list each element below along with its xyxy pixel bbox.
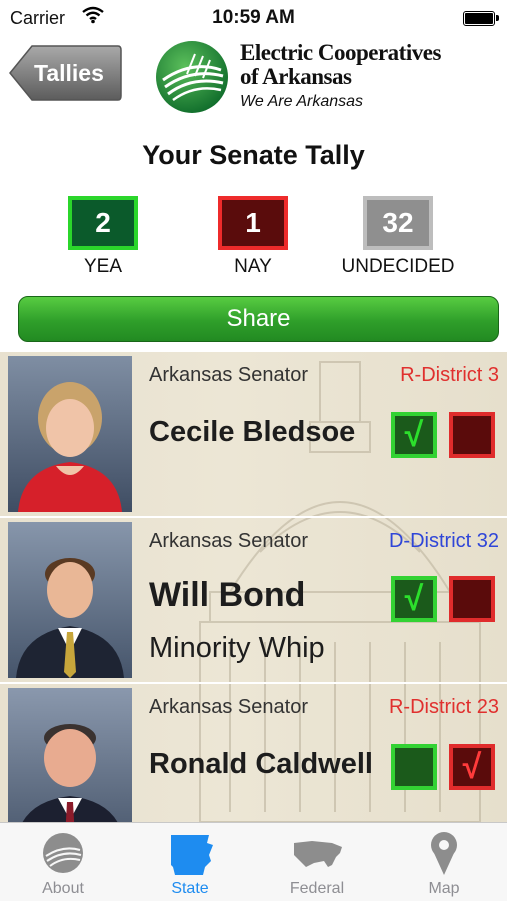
clock: 10:59 AM <box>212 7 295 28</box>
status-bar: Carrier 10:59 AM <box>0 0 507 36</box>
nay-vote-toggle[interactable] <box>449 412 495 458</box>
back-button[interactable]: Tallies <box>8 44 123 102</box>
senator-name: Cecile Bledsoe <box>149 416 356 448</box>
nay-vote-toggle[interactable]: √ <box>449 744 495 790</box>
senator-row[interactable]: Arkansas Senator R-District 23 Ronald Ca… <box>0 684 507 822</box>
page-title: Your Senate Tally <box>142 140 365 170</box>
yea-vote-toggle[interactable]: √ <box>391 576 437 622</box>
usa-map-icon <box>294 841 342 867</box>
senator-name: Ronald Caldwell <box>149 748 373 780</box>
nay-label: NAY <box>234 256 272 277</box>
brand-tagline: We Are Arkansas <box>240 93 364 110</box>
brand-name: Electric Cooperatives <box>240 40 441 65</box>
senator-role: Minority Whip <box>149 632 325 664</box>
back-button-label: Tallies <box>34 60 104 86</box>
senator-photo <box>8 522 132 678</box>
tab-state[interactable]: State <box>127 823 253 901</box>
tally-yea: 2 YEA <box>38 196 168 278</box>
share-button[interactable]: Share <box>18 296 499 342</box>
senator-row[interactable]: Arkansas Senator R-District 3 Cecile Ble… <box>0 352 507 518</box>
district-label: R-District 23 <box>388 696 499 718</box>
senator-row[interactable]: Arkansas Senator D-District 32 Will Bond… <box>0 518 507 684</box>
senator-name: Will Bond <box>149 576 306 614</box>
yea-vote-toggle[interactable] <box>391 744 437 790</box>
senator-subtitle: Arkansas Senator <box>149 696 308 718</box>
co-op-logo-icon <box>43 833 83 873</box>
tally-nay: 1 NAY <box>188 196 318 278</box>
arkansas-map-icon <box>171 835 213 875</box>
yea-vote-toggle[interactable]: √ <box>391 412 437 458</box>
battery-icon <box>463 11 499 26</box>
senator-list[interactable]: Arkansas Senator R-District 3 Cecile Ble… <box>0 352 507 822</box>
tab-bar: About State Federal Map <box>0 822 507 901</box>
tab-label: State <box>171 880 209 897</box>
undecided-label: UNDECIDED <box>341 256 455 277</box>
nay-count: 1 <box>218 196 288 250</box>
senator-photo <box>8 356 132 512</box>
tab-about[interactable]: About <box>0 823 126 901</box>
tally-undecided: 32 UNDECIDED <box>333 196 463 278</box>
senator-photo <box>8 688 132 822</box>
yea-label: YEA <box>83 256 123 277</box>
undecided-count: 32 <box>363 196 433 250</box>
nay-vote-toggle[interactable] <box>449 576 495 622</box>
yea-count: 2 <box>68 196 138 250</box>
senator-subtitle: Arkansas Senator <box>149 530 308 552</box>
district-label: R-District 3 <box>400 364 499 386</box>
tab-label: Federal <box>289 880 345 897</box>
map-pin-icon <box>431 832 457 875</box>
co-op-logo-icon <box>156 41 228 113</box>
tab-label: Map <box>428 880 460 897</box>
tab-label: About <box>42 880 84 897</box>
brand-name-line2: of Arkansas <box>240 64 352 89</box>
tab-federal[interactable]: Federal <box>254 823 380 901</box>
district-label: D-District 32 <box>388 530 499 552</box>
tab-map[interactable]: Map <box>381 823 507 901</box>
senator-subtitle: Arkansas Senator <box>149 364 308 386</box>
